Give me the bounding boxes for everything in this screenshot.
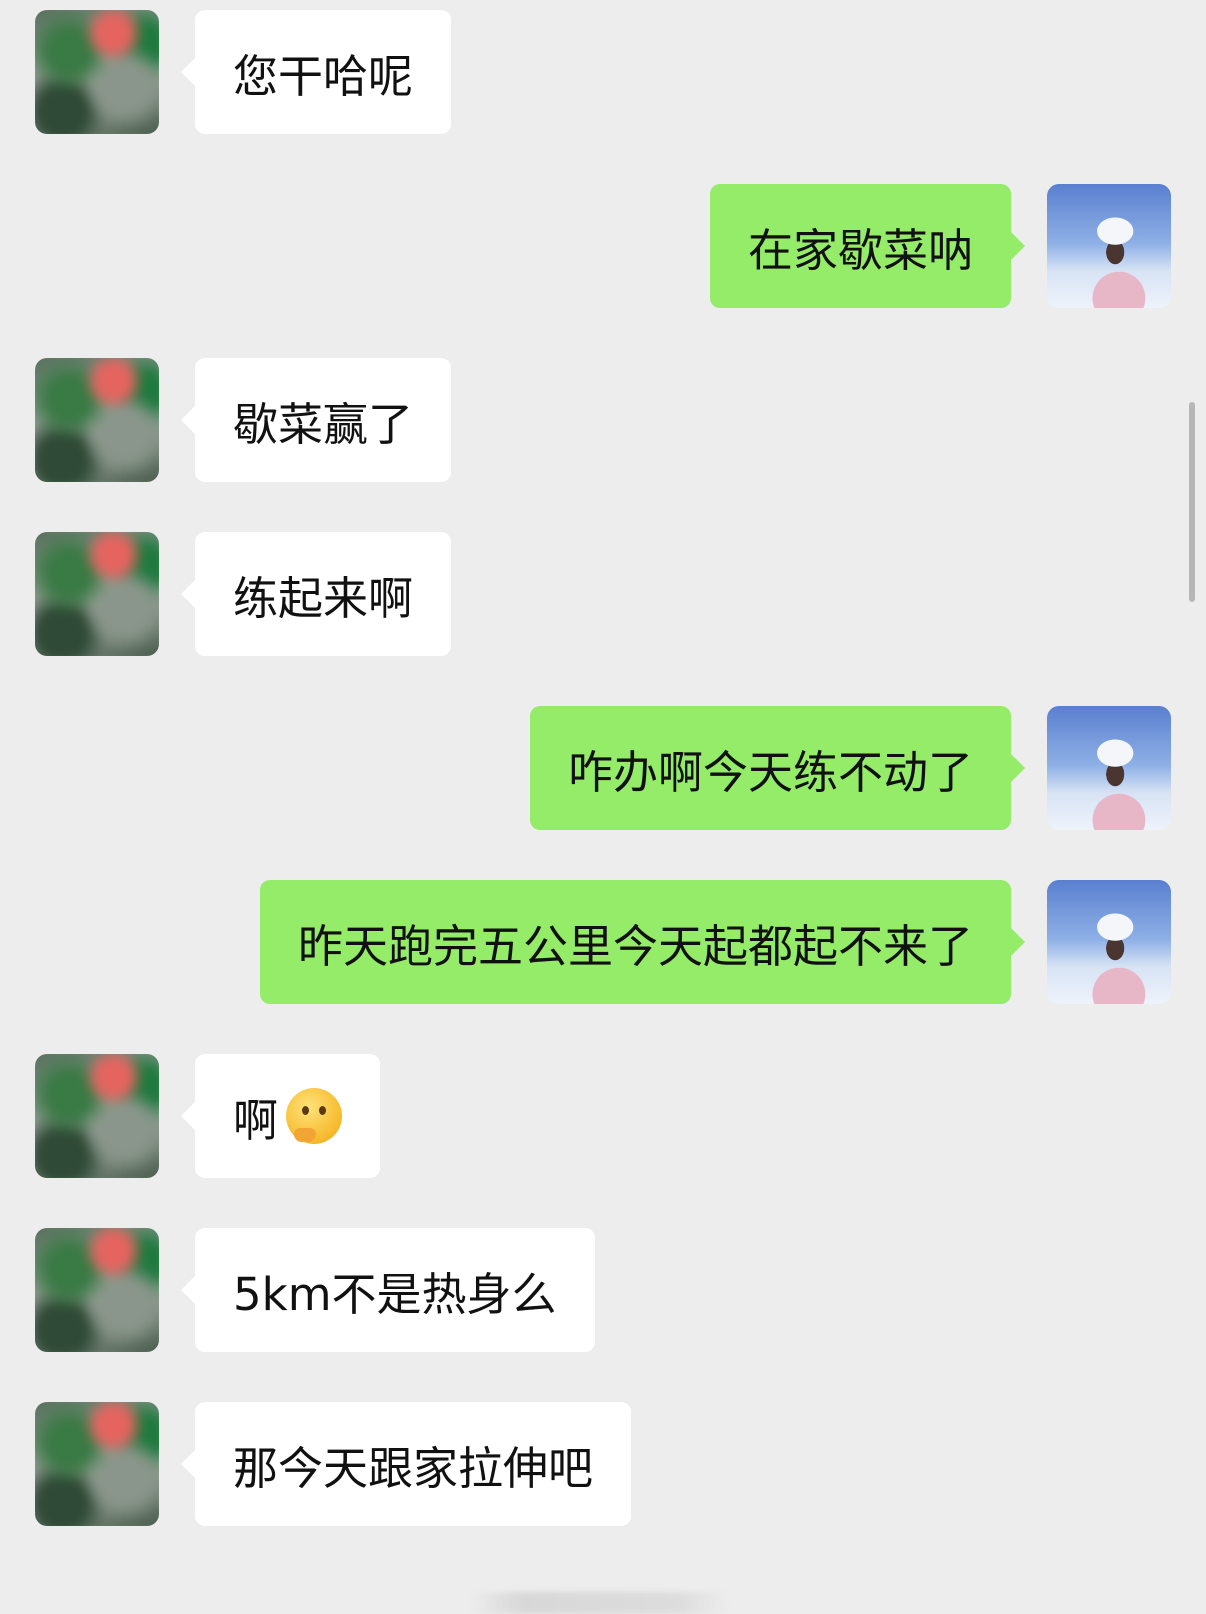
message-bubble[interactable]: 咋办啊今天练不动了 [529, 706, 1011, 830]
bubble-tail [181, 57, 196, 87]
message-row-incoming: 那今天跟家拉伸吧 [0, 1402, 1206, 1526]
message-bubble[interactable]: 那今天跟家拉伸吧 [195, 1402, 632, 1526]
message-text: 咋办啊今天练不动了 [567, 745, 973, 799]
message-bubble[interactable]: 歇菜赢了 [195, 358, 452, 482]
contact-avatar[interactable] [35, 358, 159, 482]
message-bubble[interactable]: 啊 [195, 1054, 381, 1178]
message-text: 5km不是热身么 [233, 1267, 557, 1321]
message-row-incoming: 啊 [0, 1054, 1206, 1178]
message-row-outgoing: 咋办啊今天练不动了 [0, 706, 1206, 830]
message-row-outgoing: 在家歇菜呐 [0, 184, 1206, 308]
message-bubble[interactable]: 您干哈呢 [195, 10, 452, 134]
message-bubble[interactable]: 在家歇菜呐 [709, 184, 1011, 308]
bubble-tail [181, 1449, 196, 1479]
message-row-incoming: 5km不是热身么 [0, 1228, 1206, 1352]
user-avatar[interactable] [1047, 184, 1171, 308]
bubble-tail [181, 579, 196, 609]
chat-area[interactable]: 您干哈呢 在家歇菜呐 歇菜赢了 练起来啊 咋办啊今天练不动了 昨天跑完五公里今天… [0, 0, 1206, 1614]
bubble-tail [181, 1275, 196, 1305]
message-bubble[interactable]: 练起来啊 [195, 532, 452, 656]
message-text: 练起来啊 [233, 571, 414, 625]
bubble-tail [1010, 927, 1025, 957]
bubble-tail [181, 1101, 196, 1131]
message-text: 歇菜赢了 [233, 397, 414, 451]
thinking-face-icon [286, 1088, 343, 1144]
message-text: 昨天跑完五公里今天起都起不来了 [297, 919, 973, 973]
contact-avatar[interactable] [35, 1402, 159, 1526]
contact-avatar[interactable] [35, 1054, 159, 1178]
message-text: 在家歇菜呐 [747, 223, 973, 277]
message-row-outgoing: 昨天跑完五公里今天起都起不来了 [0, 880, 1206, 1004]
contact-avatar[interactable] [35, 1228, 159, 1352]
message-bubble[interactable]: 5km不是热身么 [195, 1228, 595, 1352]
contact-avatar[interactable] [35, 532, 159, 656]
contact-avatar[interactable] [35, 10, 159, 134]
cropped-timestamp [470, 1592, 730, 1614]
message-row-incoming: 歇菜赢了 [0, 358, 1206, 482]
message-row-incoming: 练起来啊 [0, 532, 1206, 656]
message-text: 您干哈呢 [233, 49, 414, 103]
user-avatar[interactable] [1047, 880, 1171, 1004]
bubble-tail [181, 405, 196, 435]
user-avatar[interactable] [1047, 706, 1171, 830]
scrollbar-thumb[interactable] [1189, 402, 1195, 602]
message-bubble[interactable]: 昨天跑完五公里今天起都起不来了 [259, 880, 1011, 1004]
message-row-incoming: 您干哈呢 [0, 10, 1206, 134]
message-text: 啊 [233, 1093, 279, 1147]
bubble-tail [1010, 753, 1025, 783]
message-text: 那今天跟家拉伸吧 [233, 1441, 594, 1495]
bubble-tail [1010, 231, 1025, 261]
